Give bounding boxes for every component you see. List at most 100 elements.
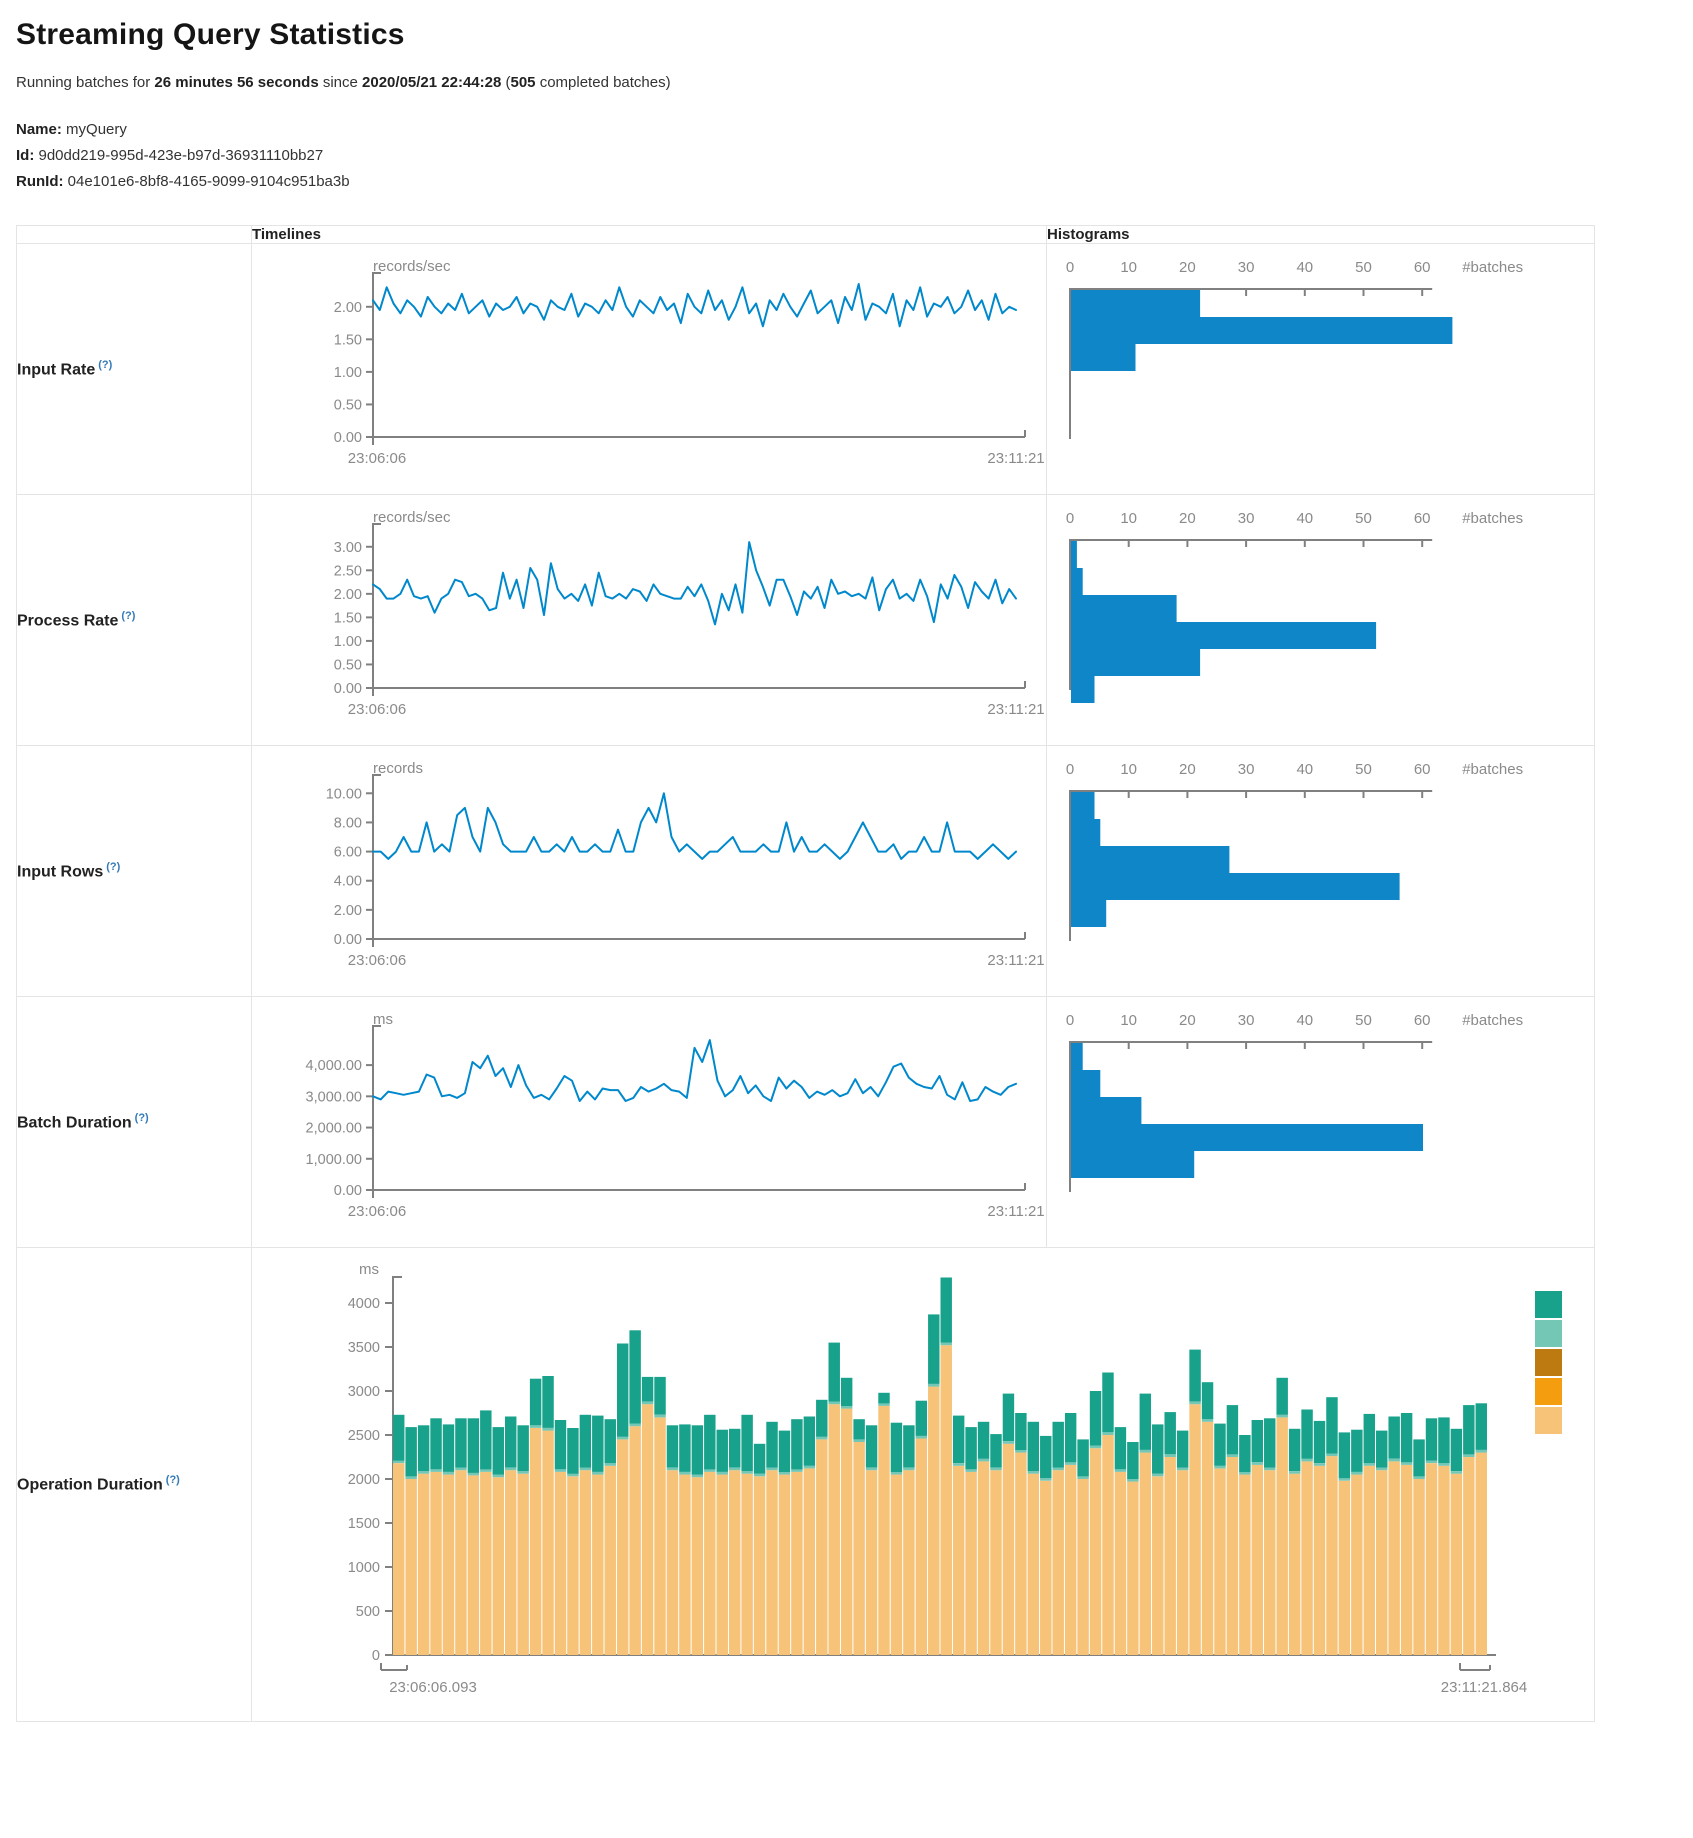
svg-text:60: 60: [1414, 259, 1431, 276]
svg-text:2.00: 2.00: [334, 587, 362, 603]
process-rate-timeline-chart: records/sec0.000.501.001.502.002.503.002…: [252, 495, 1047, 746]
svg-text:40: 40: [1296, 259, 1313, 276]
svg-text:40: 40: [1296, 761, 1313, 778]
status-paren: (: [501, 74, 510, 91]
svg-text:0: 0: [1066, 761, 1074, 778]
status-suffix: completed batches): [536, 74, 671, 91]
timeline-input-rows-svg: records0.002.004.006.008.0010.0023:06:06…: [252, 746, 1046, 996]
status-mid: since: [319, 74, 362, 91]
svg-text:1.00: 1.00: [334, 365, 362, 381]
svg-text:0.00: 0.00: [334, 681, 362, 697]
svg-text:20: 20: [1179, 259, 1196, 276]
svg-text:23:11:21: 23:11:21: [987, 1203, 1044, 1220]
row-label-input-rate: Input Rate(?): [17, 244, 252, 495]
svg-text:0.50: 0.50: [334, 397, 362, 413]
svg-text:23:06:06.093: 23:06:06.093: [389, 1679, 477, 1696]
svg-text:23:11:21: 23:11:21: [987, 952, 1044, 969]
svg-text:1.50: 1.50: [334, 610, 362, 626]
timeline-process-rate-svg: records/sec0.000.501.001.502.002.503.002…: [252, 495, 1046, 745]
query-id-line: Id: 9d0dd219-995d-423e-b97d-36931110bb27: [16, 147, 1693, 164]
svg-text:20: 20: [1179, 510, 1196, 527]
svg-text:40: 40: [1296, 1012, 1313, 1029]
svg-text:3,000.00: 3,000.00: [306, 1089, 362, 1105]
svg-text:1000: 1000: [348, 1560, 380, 1576]
svg-text:ms: ms: [359, 1261, 379, 1278]
status-since: 2020/05/21 22:44:28: [362, 74, 501, 91]
svg-text:10.00: 10.00: [326, 786, 362, 802]
svg-text:2.00: 2.00: [334, 300, 362, 316]
svg-text:23:11:21: 23:11:21: [987, 450, 1044, 467]
input-rate-timeline-chart: records/sec0.000.501.001.502.0023:06:062…: [252, 244, 1047, 495]
svg-text:30: 30: [1238, 761, 1255, 778]
svg-text:0.00: 0.00: [334, 932, 362, 948]
help-icon[interactable]: (?): [135, 1112, 149, 1124]
table-row-input-rate: Input Rate(?) records/sec0.000.501.001.5…: [17, 244, 1595, 495]
svg-text:2.00: 2.00: [334, 903, 362, 919]
svg-text:3000: 3000: [348, 1384, 380, 1400]
status-line: Running batches for 26 minutes 56 second…: [16, 74, 1693, 91]
svg-text:1,000.00: 1,000.00: [306, 1152, 362, 1168]
svg-text:4000: 4000: [348, 1296, 380, 1312]
svg-text:20: 20: [1179, 1012, 1196, 1029]
hist-batch-duration-svg: 0102030405060#batches: [1047, 997, 1594, 1247]
svg-text:20: 20: [1179, 761, 1196, 778]
row-label-operation-duration: Operation Duration(?): [17, 1248, 252, 1722]
help-icon[interactable]: (?): [98, 359, 112, 371]
query-meta: Name: myQuery Id: 9d0dd219-995d-423e-b97…: [16, 121, 1693, 190]
svg-text:4.00: 4.00: [334, 874, 362, 890]
row-label-batch-duration: Batch Duration(?): [17, 997, 252, 1248]
timeline-input-rate-svg: records/sec0.000.501.001.502.0023:06:062…: [252, 244, 1046, 494]
empty-header-cell: [17, 226, 252, 244]
svg-text:6.00: 6.00: [334, 845, 362, 861]
status-duration: 26 minutes 56 seconds: [154, 74, 318, 91]
svg-text:50: 50: [1355, 259, 1372, 276]
svg-text:#batches: #batches: [1462, 761, 1523, 778]
svg-text:50: 50: [1355, 510, 1372, 527]
svg-text:2000: 2000: [348, 1472, 380, 1488]
svg-text:10: 10: [1120, 761, 1137, 778]
statistics-table: Timelines Histograms Input Rate(?) recor…: [16, 225, 1595, 1722]
svg-text:2500: 2500: [348, 1428, 380, 1444]
svg-text:60: 60: [1414, 510, 1431, 527]
help-icon[interactable]: (?): [121, 610, 135, 622]
svg-text:50: 50: [1355, 1012, 1372, 1029]
legend-swatch-stack_green: [1535, 1291, 1562, 1318]
svg-text:8.00: 8.00: [334, 815, 362, 831]
query-id-label: Id:: [16, 147, 34, 164]
svg-text:2.50: 2.50: [334, 563, 362, 579]
svg-text:40: 40: [1296, 510, 1313, 527]
svg-text:10: 10: [1120, 259, 1137, 276]
legend-swatch-stack_tan: [1535, 1407, 1562, 1434]
status-prefix: Running batches for: [16, 74, 154, 91]
svg-text:0.00: 0.00: [334, 430, 362, 446]
batch-duration-histogram-chart: 0102030405060#batches: [1047, 997, 1595, 1248]
svg-text:2,000.00: 2,000.00: [306, 1121, 362, 1137]
operation-duration-chart: ms0500100015002000250030003500400023:06:…: [252, 1248, 1595, 1722]
svg-text:0.50: 0.50: [334, 657, 362, 673]
svg-text:1500: 1500: [348, 1516, 380, 1532]
row-label-input-rows: Input Rows(?): [17, 746, 252, 997]
batch-duration-timeline-chart: ms0.001,000.002,000.003,000.004,000.0023…: [252, 997, 1047, 1248]
histograms-column-header: Histograms: [1047, 226, 1595, 244]
table-row-operation-duration: Operation Duration(?) ms0500100015002000…: [17, 1248, 1595, 1722]
svg-text:#batches: #batches: [1462, 510, 1523, 527]
svg-text:60: 60: [1414, 761, 1431, 778]
svg-text:1.50: 1.50: [334, 332, 362, 348]
svg-text:23:11:21: 23:11:21: [987, 701, 1044, 718]
table-row-input-rows: Input Rows(?) records0.002.004.006.008.0…: [17, 746, 1595, 997]
table-header-row: Timelines Histograms: [17, 226, 1595, 244]
svg-text:23:11:21.864: 23:11:21.864: [1441, 1679, 1527, 1696]
svg-text:0: 0: [1066, 259, 1074, 276]
svg-text:10: 10: [1120, 510, 1137, 527]
timeline-batch-duration-svg: ms0.001,000.002,000.003,000.004,000.0023…: [252, 997, 1046, 1247]
svg-text:records/sec: records/sec: [373, 509, 451, 526]
legend-swatch-stack_dark_orange: [1535, 1349, 1562, 1376]
query-runid-line: RunId: 04e101e6-8bf8-4165-9099-9104c951b…: [16, 173, 1693, 190]
help-icon[interactable]: (?): [166, 1474, 180, 1486]
table-row-batch-duration: Batch Duration(?) ms0.001,000.002,000.00…: [17, 997, 1595, 1248]
hist-input-rows-svg: 0102030405060#batches: [1047, 746, 1594, 996]
query-name-line: Name: myQuery: [16, 121, 1693, 138]
help-icon[interactable]: (?): [106, 861, 120, 873]
hist-input-rate-svg: 0102030405060#batches: [1047, 244, 1594, 494]
svg-text:0.00: 0.00: [334, 1183, 362, 1199]
